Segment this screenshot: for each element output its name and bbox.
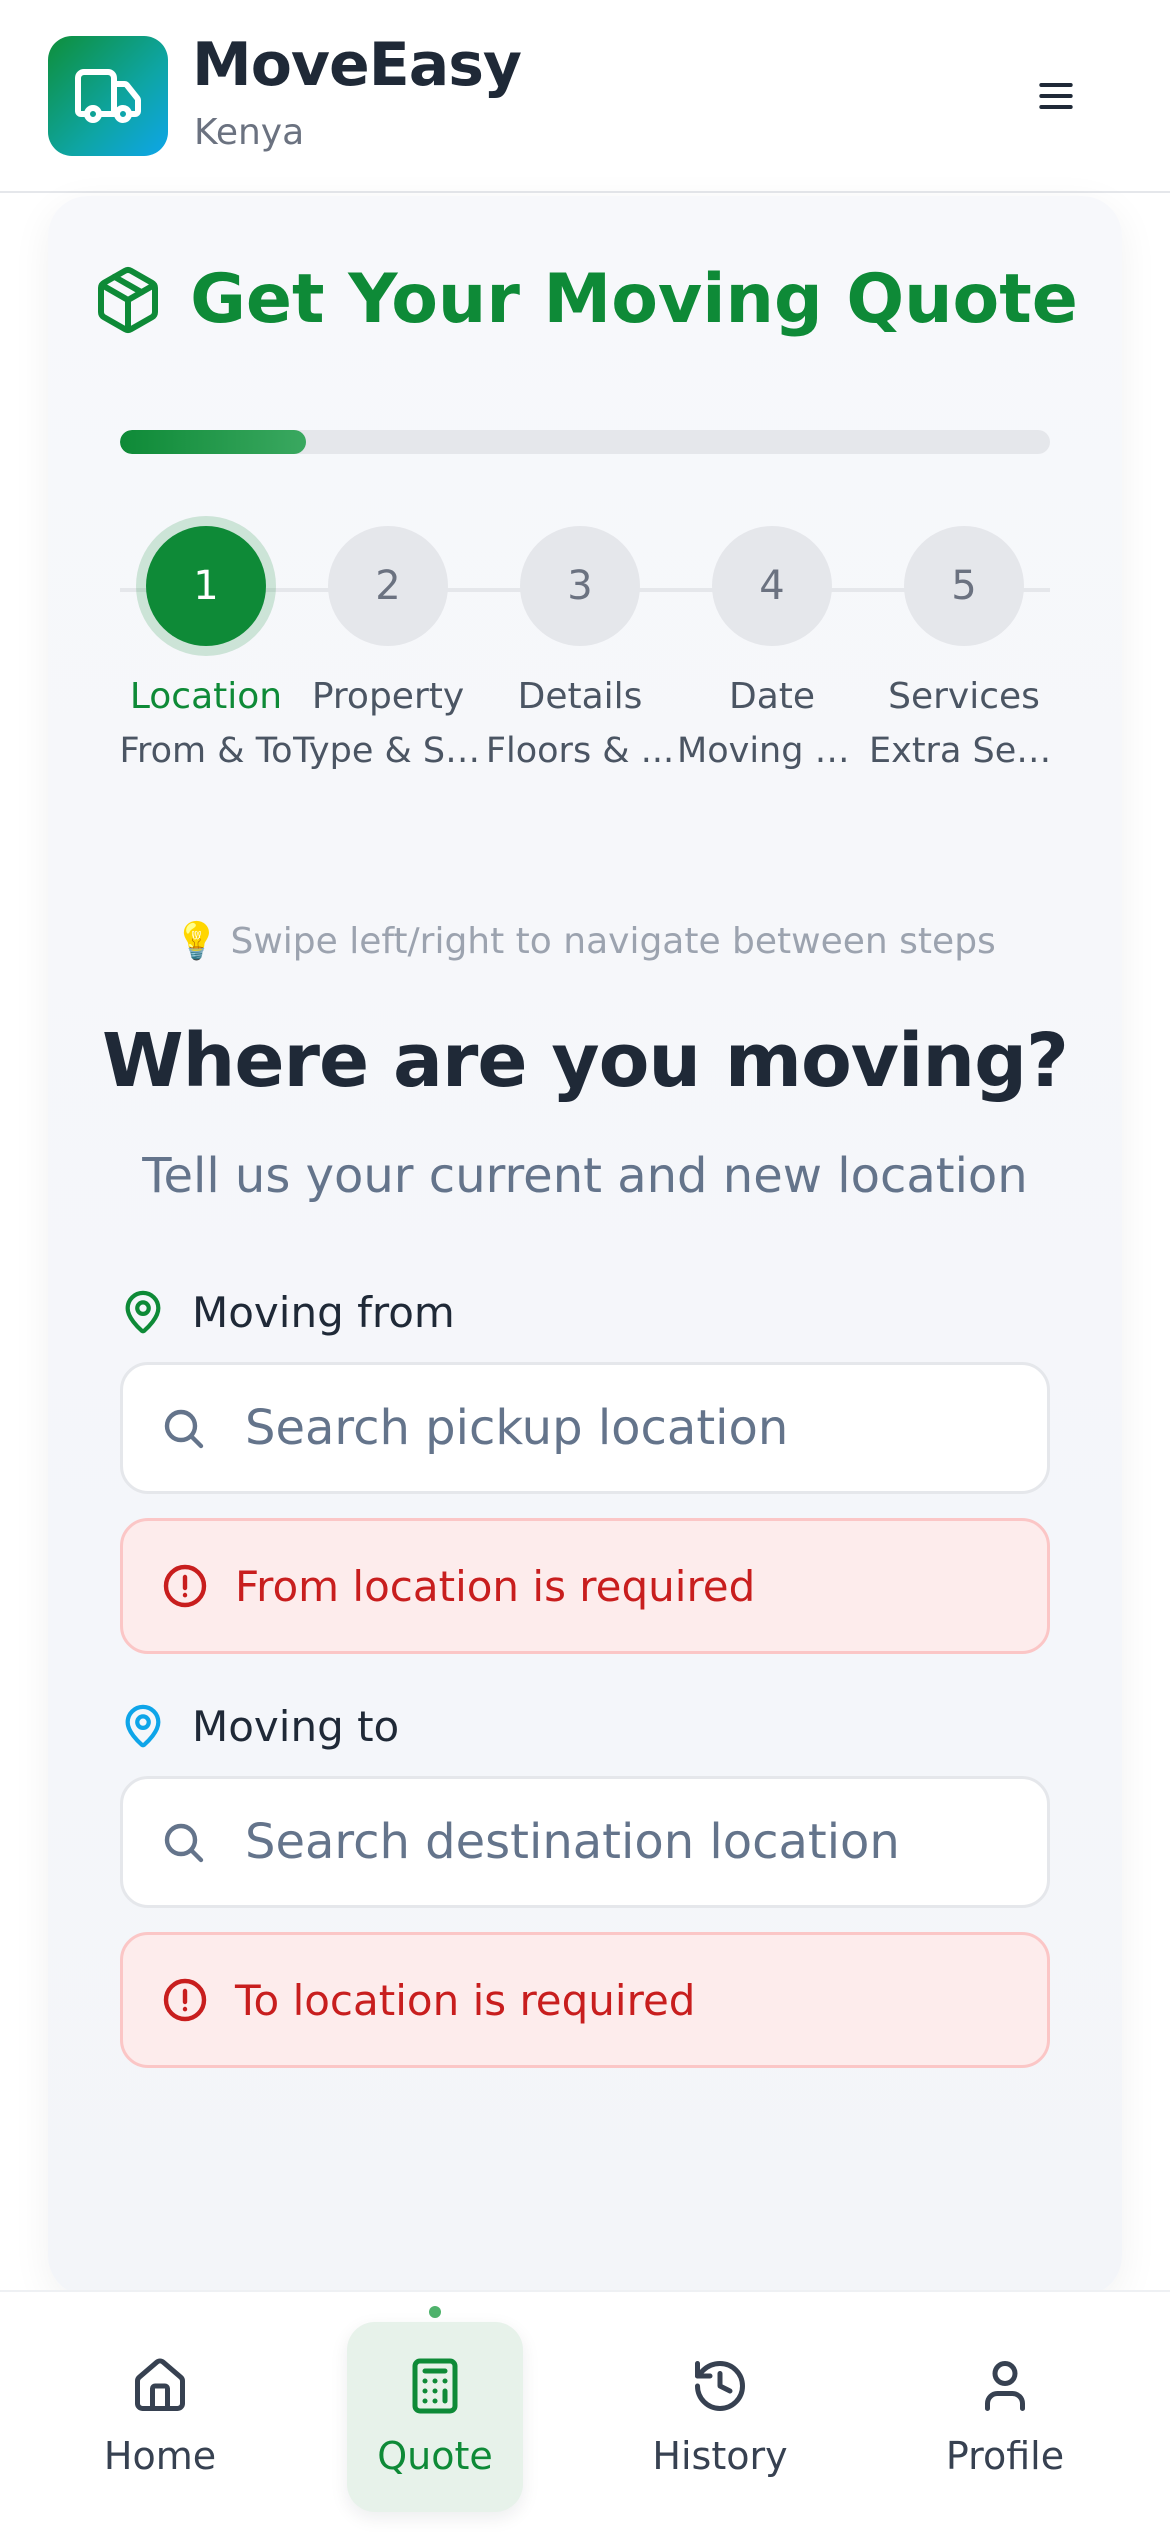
home-icon [135, 2358, 185, 2411]
active-indicator-dot [429, 2306, 441, 2318]
destination-placeholder: Search destination location [245, 1814, 900, 1870]
step-number: 5 [904, 526, 1024, 646]
app-header: MoveEasy Kenya [0, 0, 1170, 193]
history-icon [695, 2361, 745, 2411]
step-number: 1 [146, 526, 266, 646]
nav-profile[interactable]: Profile [917, 2322, 1093, 2512]
from-error-message: From location is required [120, 1518, 1050, 1654]
nav-home[interactable]: Home [72, 2322, 248, 2512]
nav-profile-label: Profile [945, 2434, 1065, 2478]
step-label: Details [517, 676, 643, 717]
step-sublabel: From & To [119, 731, 293, 771]
step-number: 3 [520, 526, 640, 646]
step-4[interactable]: 4 Date Moving D... [677, 526, 867, 771]
menu-icon [1039, 82, 1073, 110]
step-sublabel: Floors & ... [485, 731, 675, 771]
step-sublabel: Moving D... [677, 731, 867, 771]
region-label: Kenya [194, 112, 305, 153]
map-pin-icon [125, 1704, 161, 1748]
nav-quote-label: Quote [377, 2434, 493, 2478]
bottom-nav: Home Quote History Profile [0, 2290, 1170, 2532]
step-sublabel: Type & Size [293, 731, 483, 771]
step-sublabel: Extra Ser... [869, 731, 1059, 771]
from-label-text: Moving from [192, 1287, 455, 1337]
alert-circle-icon [163, 1978, 207, 2022]
step-label: Property [311, 676, 465, 717]
swipe-hint: 💡 Swipe left/right to navigate between s… [0, 920, 1170, 962]
truck-icon [75, 69, 141, 123]
to-label-text: Moving to [192, 1701, 400, 1751]
progress-fill [120, 430, 306, 454]
search-icon [164, 1823, 204, 1863]
package-icon [98, 266, 159, 333]
destination-location-input[interactable]: Search destination location [120, 1776, 1050, 1908]
step-2[interactable]: 2 Property Type & Size [293, 526, 483, 771]
quote-title-text: Get Your Moving Quote [190, 260, 1078, 339]
step-subtitle: Tell us your current and new location [142, 1148, 1028, 1204]
from-error-text: From location is required [235, 1561, 756, 1611]
nav-quote[interactable]: Quote [347, 2322, 523, 2512]
step-number: 4 [712, 526, 832, 646]
app-logo[interactable] [48, 36, 168, 156]
map-pin-icon [125, 1290, 161, 1334]
nav-home-label: Home [103, 2434, 217, 2478]
user-icon [985, 2361, 1025, 2411]
to-error-message: To location is required [120, 1932, 1050, 2068]
nav-history-label: History [652, 2434, 788, 2478]
quote-title: Get Your Moving Quote [0, 260, 1170, 339]
to-error-text: To location is required [235, 1975, 696, 2025]
step-label: Services [888, 676, 1040, 717]
nav-history[interactable]: History [632, 2322, 808, 2512]
calculator-icon [412, 2358, 458, 2414]
step-number: 2 [328, 526, 448, 646]
pickup-location-input[interactable]: Search pickup location [120, 1362, 1050, 1494]
pickup-placeholder: Search pickup location [245, 1400, 789, 1456]
progress-bar [120, 430, 1050, 454]
step-title: Where are you moving? [102, 1018, 1069, 1104]
menu-button[interactable] [1030, 70, 1082, 122]
step-3[interactable]: 3 Details Floors & ... [485, 526, 675, 771]
alert-circle-icon [163, 1564, 207, 1608]
search-icon [164, 1409, 204, 1449]
step-label: Location [129, 676, 283, 717]
to-label: Moving to [120, 1696, 399, 1756]
app-name: MoveEasy [192, 30, 522, 100]
lightbulb-icon: 💡 [174, 921, 220, 962]
step-5[interactable]: 5 Services Extra Ser... [869, 526, 1059, 771]
step-1[interactable]: 1 Location From & To [111, 526, 301, 771]
from-label: Moving from [120, 1282, 455, 1342]
step-label: Date [728, 676, 816, 717]
swipe-hint-text: Swipe left/right to navigate between ste… [230, 921, 996, 962]
